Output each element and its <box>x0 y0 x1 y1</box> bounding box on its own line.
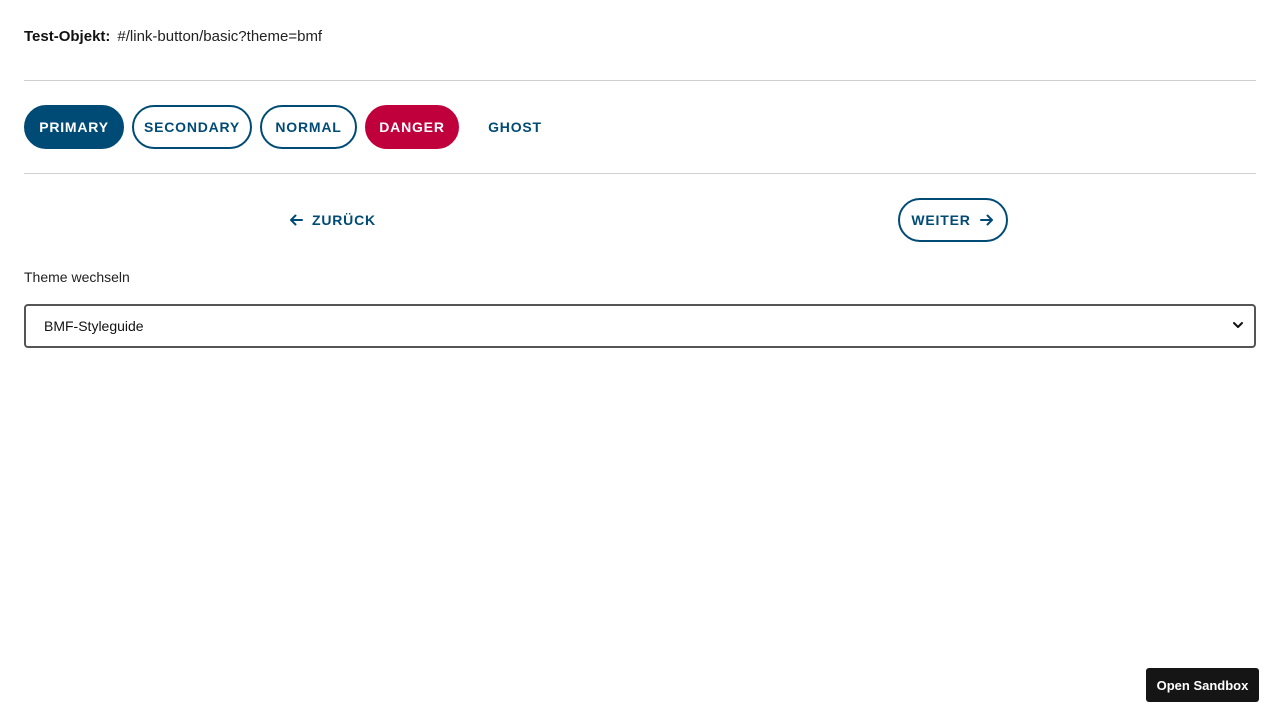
test-object-value: #/link-button/basic?theme=bmf <box>117 28 323 45</box>
secondary-button[interactable]: SECONDARY <box>132 105 252 149</box>
theme-select-label: Theme wechseln <box>24 269 130 285</box>
test-object-label: Test-Objekt: <box>24 28 111 45</box>
back-link-label: ZURÜCK <box>312 212 376 228</box>
theme-select-value: BMF-Styleguide <box>44 318 144 334</box>
button-variants-row: PRIMARY SECONDARY NORMAL DANGER GHOST <box>24 105 563 149</box>
theme-select[interactable]: BMF-Styleguide <box>24 304 1256 348</box>
chevron-down-icon <box>1232 318 1244 334</box>
arrow-left-icon <box>288 212 304 228</box>
primary-button[interactable]: PRIMARY <box>24 105 124 149</box>
normal-button[interactable]: NORMAL <box>260 105 357 149</box>
ghost-button[interactable]: GHOST <box>467 105 563 149</box>
back-link-button[interactable]: ZURÜCK <box>286 198 378 242</box>
page: Test-Objekt: #/link-button/basic?theme=b… <box>0 0 1280 720</box>
open-sandbox-button[interactable]: Open Sandbox <box>1146 668 1259 702</box>
divider-top <box>24 80 1256 81</box>
test-object-line: Test-Objekt: #/link-button/basic?theme=b… <box>24 27 322 47</box>
divider-middle <box>24 173 1256 174</box>
next-link-button[interactable]: WEITER <box>898 198 1008 242</box>
next-link-label: WEITER <box>911 212 971 228</box>
danger-button[interactable]: DANGER <box>365 105 459 149</box>
arrow-right-icon <box>979 212 995 228</box>
